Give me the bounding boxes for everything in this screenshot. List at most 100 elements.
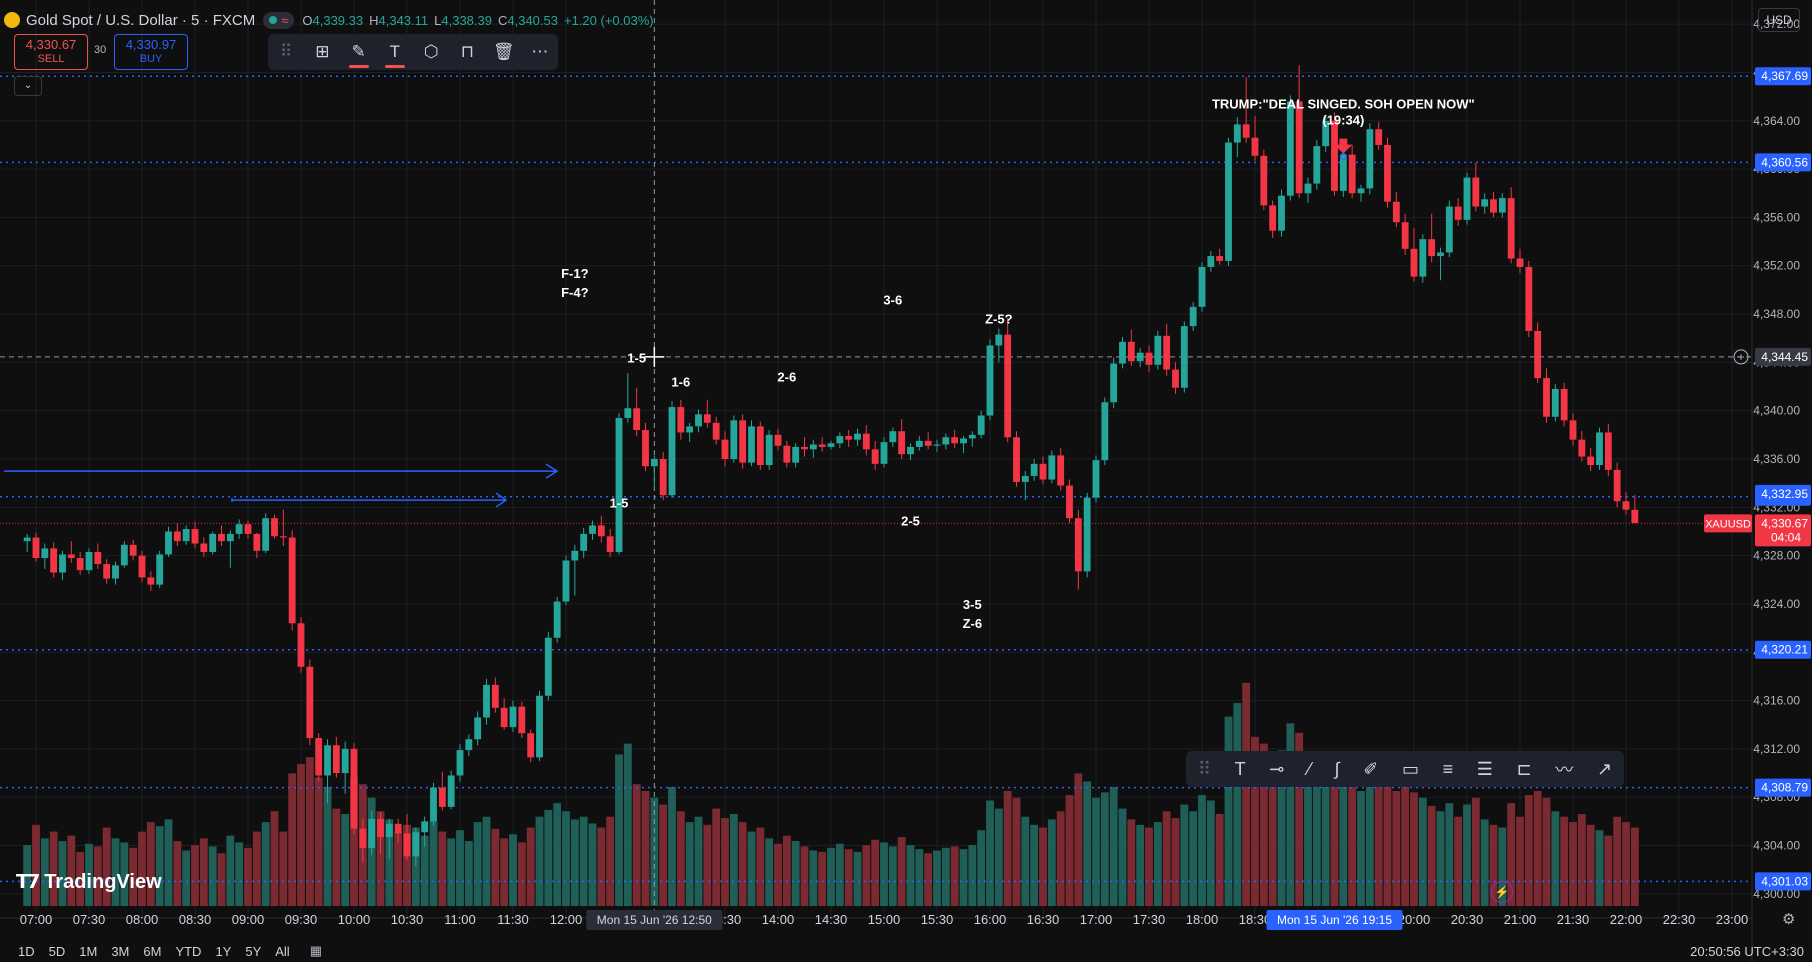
- candle-body: [1154, 335, 1162, 365]
- candle-body: [1172, 369, 1179, 388]
- volume-bar: [288, 773, 297, 906]
- lightning-icon[interactable]: ⚡: [1491, 881, 1513, 903]
- timeframe-ytd[interactable]: YTD: [175, 944, 201, 959]
- lock-icon[interactable]: ⊓: [455, 42, 479, 62]
- trend-line-icon[interactable]: ⁄: [1308, 759, 1311, 780]
- volume-bar: [1030, 824, 1039, 906]
- drawing-tools-bar[interactable]: ⠿ T ⊸ ⁄ ∫ ✐ ▭ ≡ ☰ ⊏ 〰 ↗: [1186, 751, 1624, 787]
- chart-annotation[interactable]: 3-5: [963, 597, 982, 612]
- chart-annotation[interactable]: (19:34): [1322, 112, 1364, 127]
- candle-body: [1463, 177, 1471, 220]
- volume-bar: [1454, 816, 1463, 906]
- chart-annotation[interactable]: 2-5: [901, 513, 920, 528]
- collapse-legend-button[interactable]: ⌄: [14, 76, 42, 96]
- text-icon[interactable]: T: [1235, 759, 1246, 780]
- open-label: O: [302, 12, 313, 28]
- layout-icon[interactable]: ⊞: [310, 42, 334, 62]
- volume-bar: [297, 763, 305, 906]
- candle-body: [854, 433, 861, 440]
- chart-annotation[interactable]: 1-6: [671, 375, 690, 390]
- level-price-tag: 4,308.79: [1761, 781, 1808, 795]
- time-tick-label: 08:00: [126, 912, 159, 927]
- volume-bar: [562, 811, 570, 906]
- chart-annotation[interactable]: TRUMP:"DEAL SINGED. SOH OPEN NOW": [1212, 97, 1475, 112]
- chart-annotation[interactable]: F-1?: [561, 266, 589, 281]
- candle-body: [986, 345, 994, 416]
- calendar-icon[interactable]: ▦: [310, 943, 322, 959]
- parallel-channel-icon[interactable]: ≡: [1443, 759, 1454, 780]
- chart-annotation[interactable]: 3-6: [883, 292, 902, 307]
- candle-body: [1613, 469, 1621, 502]
- pencil-icon[interactable]: ✎: [347, 42, 371, 68]
- volume-bar: [959, 849, 968, 906]
- timeframe-5y[interactable]: 5Y: [245, 944, 261, 959]
- path-icon[interactable]: 〰: [1555, 756, 1573, 782]
- buy-label: BUY: [139, 53, 163, 65]
- drag-handle-icon[interactable]: ⠿: [274, 42, 298, 62]
- long-position-icon[interactable]: ⊏: [1517, 759, 1532, 780]
- symbol-title[interactable]: Gold Spot / U.S. Dollar · 5 · FXCM: [26, 12, 255, 29]
- drag-handle-icon[interactable]: ⠿: [1198, 759, 1211, 780]
- trash-icon[interactable]: 🗑: [492, 42, 516, 62]
- hexagon-icon[interactable]: ⬡: [419, 42, 443, 62]
- volume-bar: [729, 814, 738, 906]
- volume-bar: [261, 822, 270, 906]
- candle-body: [218, 533, 225, 542]
- chart-annotation[interactable]: F-4?: [561, 285, 589, 300]
- candle-body: [94, 552, 102, 565]
- timeframe-3m[interactable]: 3M: [111, 944, 129, 959]
- candle-body: [421, 821, 429, 833]
- price-chart[interactable]: F-1? F-4? 1-5 1-6 1-5 2-6 3-6 2-5 Z-5? 3-5 Z-6 TRUM…: [0, 0, 1812, 962]
- more-icon[interactable]: ⋯: [528, 42, 552, 62]
- text-icon[interactable]: T: [383, 42, 407, 68]
- candle-body: [1348, 154, 1356, 194]
- volume-bar: [1118, 808, 1127, 906]
- volume-bar: [1569, 822, 1577, 906]
- buy-button[interactable]: 4,330.97 BUY: [114, 34, 188, 70]
- candle-body: [324, 745, 331, 776]
- volume-bar: [1047, 819, 1056, 906]
- chart-annotation[interactable]: Z-5?: [985, 312, 1013, 327]
- chart-annotation[interactable]: 2-6: [777, 370, 796, 385]
- candle-body: [1189, 306, 1197, 327]
- candle-body: [1110, 363, 1118, 403]
- arrow-icon[interactable]: ↗: [1597, 759, 1612, 780]
- chart-annotation[interactable]: 1-5: [610, 495, 629, 510]
- curve-icon[interactable]: ∫: [1335, 759, 1340, 780]
- candle-body: [1136, 352, 1144, 362]
- rectangle-icon[interactable]: ▭: [1402, 759, 1419, 780]
- chart-annotation[interactable]: Z-6: [963, 616, 983, 631]
- candle-body: [368, 818, 376, 848]
- volume-bar: [1533, 791, 1542, 906]
- crosshair-time-tag: Mon 15 Jun '26 12:50: [597, 913, 712, 927]
- sell-button[interactable]: 4,330.67 SELL: [14, 34, 88, 70]
- chart-annotation[interactable]: 1-5: [627, 350, 646, 365]
- timeframe-1d[interactable]: 1D: [18, 944, 35, 959]
- timeframe-1m[interactable]: 1M: [79, 944, 97, 959]
- candle-body: [173, 531, 181, 542]
- candle-body: [924, 440, 932, 446]
- timeframe-all[interactable]: All: [275, 944, 289, 959]
- horizontal-ray-icon[interactable]: ⊸: [1269, 759, 1284, 780]
- fib-icon[interactable]: ☰: [1477, 759, 1493, 780]
- candle-body: [306, 666, 314, 739]
- volume-bar: [456, 830, 464, 906]
- gear-icon[interactable]: ⚙: [1782, 910, 1795, 928]
- market-status[interactable]: ≈: [263, 11, 295, 29]
- time-tick-label: 09:00: [232, 912, 265, 927]
- candle-body: [1286, 101, 1294, 196]
- volume-bar: [862, 845, 871, 906]
- candle-body: [509, 706, 517, 728]
- timeframe-5d[interactable]: 5D: [49, 944, 66, 959]
- price-tick-label: 4,304.00: [1753, 839, 1800, 853]
- timeframe-1y[interactable]: 1Y: [215, 944, 231, 959]
- timeframe-6m[interactable]: 6M: [143, 944, 161, 959]
- currency-selector[interactable]: USD: [1758, 8, 1800, 32]
- arrow-line-drawing[interactable]: [231, 498, 505, 503]
- floating-drawing-toolbar[interactable]: ⠿ ⊞ ✎ T ⬡ ⊓ 🗑 ⋯: [268, 34, 558, 70]
- volume-bar: [1348, 784, 1357, 906]
- symbol-tag: XAUUSD: [1705, 518, 1751, 530]
- brush-icon[interactable]: ✐: [1363, 759, 1378, 780]
- candle-body: [76, 558, 84, 571]
- candle-body: [1481, 199, 1489, 207]
